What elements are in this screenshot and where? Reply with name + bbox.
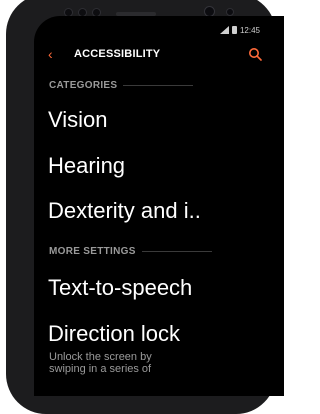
proximity-sensor-icon (226, 8, 234, 16)
section-label: MORE SETTINGS (49, 246, 136, 257)
setting-description-line: swiping in a series of (49, 363, 152, 375)
section-label: CATEGORIES (49, 80, 118, 91)
search-icon[interactable] (248, 47, 262, 61)
page-title: ACCESSIBILITY (74, 48, 161, 60)
phone-screen: 12:45 ‹ ACCESSIBILITY CATEGORIES Vision … (34, 16, 284, 396)
setting-description-line: Unlock the screen by (49, 351, 152, 363)
category-item-dexterity[interactable]: Dexterity and i.. (48, 198, 201, 224)
category-item-hearing[interactable]: Hearing (48, 153, 125, 179)
app-bar: ‹ ACCESSIBILITY (34, 42, 284, 66)
phone-frame: 12:45 ‹ ACCESSIBILITY CATEGORIES Vision … (6, 0, 284, 414)
section-header-categories: CATEGORIES (49, 80, 194, 91)
setting-item-text-to-speech[interactable]: Text-to-speech (48, 275, 192, 301)
divider (141, 250, 212, 252)
status-time: 12:45 (239, 25, 260, 35)
divider (123, 84, 194, 86)
category-item-vision[interactable]: Vision (48, 107, 108, 133)
setting-item-direction-lock[interactable]: Direction lock (48, 321, 180, 347)
section-header-more-settings: MORE SETTINGS (49, 246, 212, 257)
status-bar: 12:45 (219, 24, 260, 36)
back-arrow-icon[interactable]: ‹ (48, 45, 53, 63)
signal-icon (219, 26, 229, 34)
battery-icon (231, 26, 237, 34)
